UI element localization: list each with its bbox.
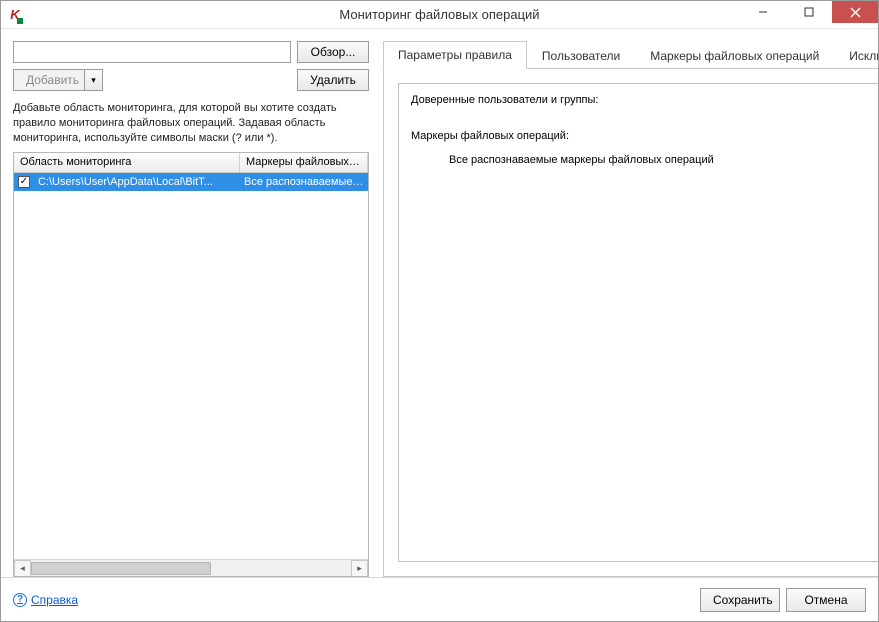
scroll-thumb[interactable] <box>31 562 211 575</box>
tab-rule-params[interactable]: Параметры правила <box>383 41 527 69</box>
cell-area: C:\Users\User\AppData\Local\BitT... <box>34 176 240 188</box>
markers-value: Все распознаваемые маркеры файловых опер… <box>411 154 878 166</box>
scroll-left-button[interactable]: ◂ <box>14 560 31 577</box>
minimize-button[interactable] <box>740 1 786 23</box>
add-button: Добавить <box>13 69 85 91</box>
path-input[interactable] <box>13 41 291 63</box>
tab-exclusions[interactable]: Исключени <box>834 42 878 69</box>
window-controls <box>740 1 878 23</box>
monitoring-table: Область мониторинга Маркеры файловых опе… <box>13 152 369 577</box>
cell-markers: Все распознаваемые мар <box>240 176 368 188</box>
titlebar: K Мониторинг файловых операций <box>1 1 878 29</box>
col-area[interactable]: Область мониторинга <box>14 153 240 172</box>
maximize-button[interactable] <box>786 1 832 23</box>
markers-section-label: Маркеры файловых операций: <box>411 130 878 142</box>
footer: ? Справка Сохранить Отмена <box>1 577 878 621</box>
help-icon: ? <box>13 593 27 607</box>
right-panel: Параметры правила Пользователи Маркеры ф… <box>383 41 878 577</box>
table-body: ✓ C:\Users\User\AppData\Local\BitT... Вс… <box>14 173 368 559</box>
left-panel: Обзор... Добавить ▾ Удалить Добавьте обл… <box>13 41 369 577</box>
scroll-right-button[interactable]: ▸ <box>351 560 368 577</box>
tab-markers[interactable]: Маркеры файловых операций <box>635 42 834 69</box>
help-link-label: Справка <box>31 593 78 607</box>
chevron-down-icon: ▾ <box>91 75 96 86</box>
close-button[interactable] <box>832 1 878 23</box>
table-header: Область мониторинга Маркеры файловых опе <box>14 153 368 173</box>
table-row[interactable]: ✓ C:\Users\User\AppData\Local\BitT... Вс… <box>14 173 368 191</box>
details-pane: Доверенные пользователи и группы: Маркер… <box>383 69 878 577</box>
horizontal-scrollbar[interactable]: ◂ ▸ <box>14 559 368 576</box>
cancel-button[interactable]: Отмена <box>786 588 866 612</box>
browse-button[interactable]: Обзор... <box>297 41 369 63</box>
app-icon: K <box>7 7 23 23</box>
details-content: Доверенные пользователи и группы: Маркер… <box>398 83 878 562</box>
tab-users[interactable]: Пользователи <box>527 42 635 69</box>
help-text: Добавьте область мониторинга, для которо… <box>13 101 369 146</box>
dialog-window: K Мониторинг файловых операций Обзор... … <box>0 0 879 622</box>
add-dropdown-button[interactable]: ▾ <box>85 69 103 91</box>
trusted-users-label: Доверенные пользователи и группы: <box>411 94 878 106</box>
save-button[interactable]: Сохранить <box>700 588 780 612</box>
col-markers[interactable]: Маркеры файловых опе <box>240 153 368 172</box>
row-checkbox[interactable]: ✓ <box>18 176 30 188</box>
content-area: Обзор... Добавить ▾ Удалить Добавьте обл… <box>1 29 878 577</box>
tab-bar: Параметры правила Пользователи Маркеры ф… <box>383 41 878 69</box>
help-link[interactable]: ? Справка <box>13 593 78 607</box>
delete-button[interactable]: Удалить <box>297 69 369 91</box>
